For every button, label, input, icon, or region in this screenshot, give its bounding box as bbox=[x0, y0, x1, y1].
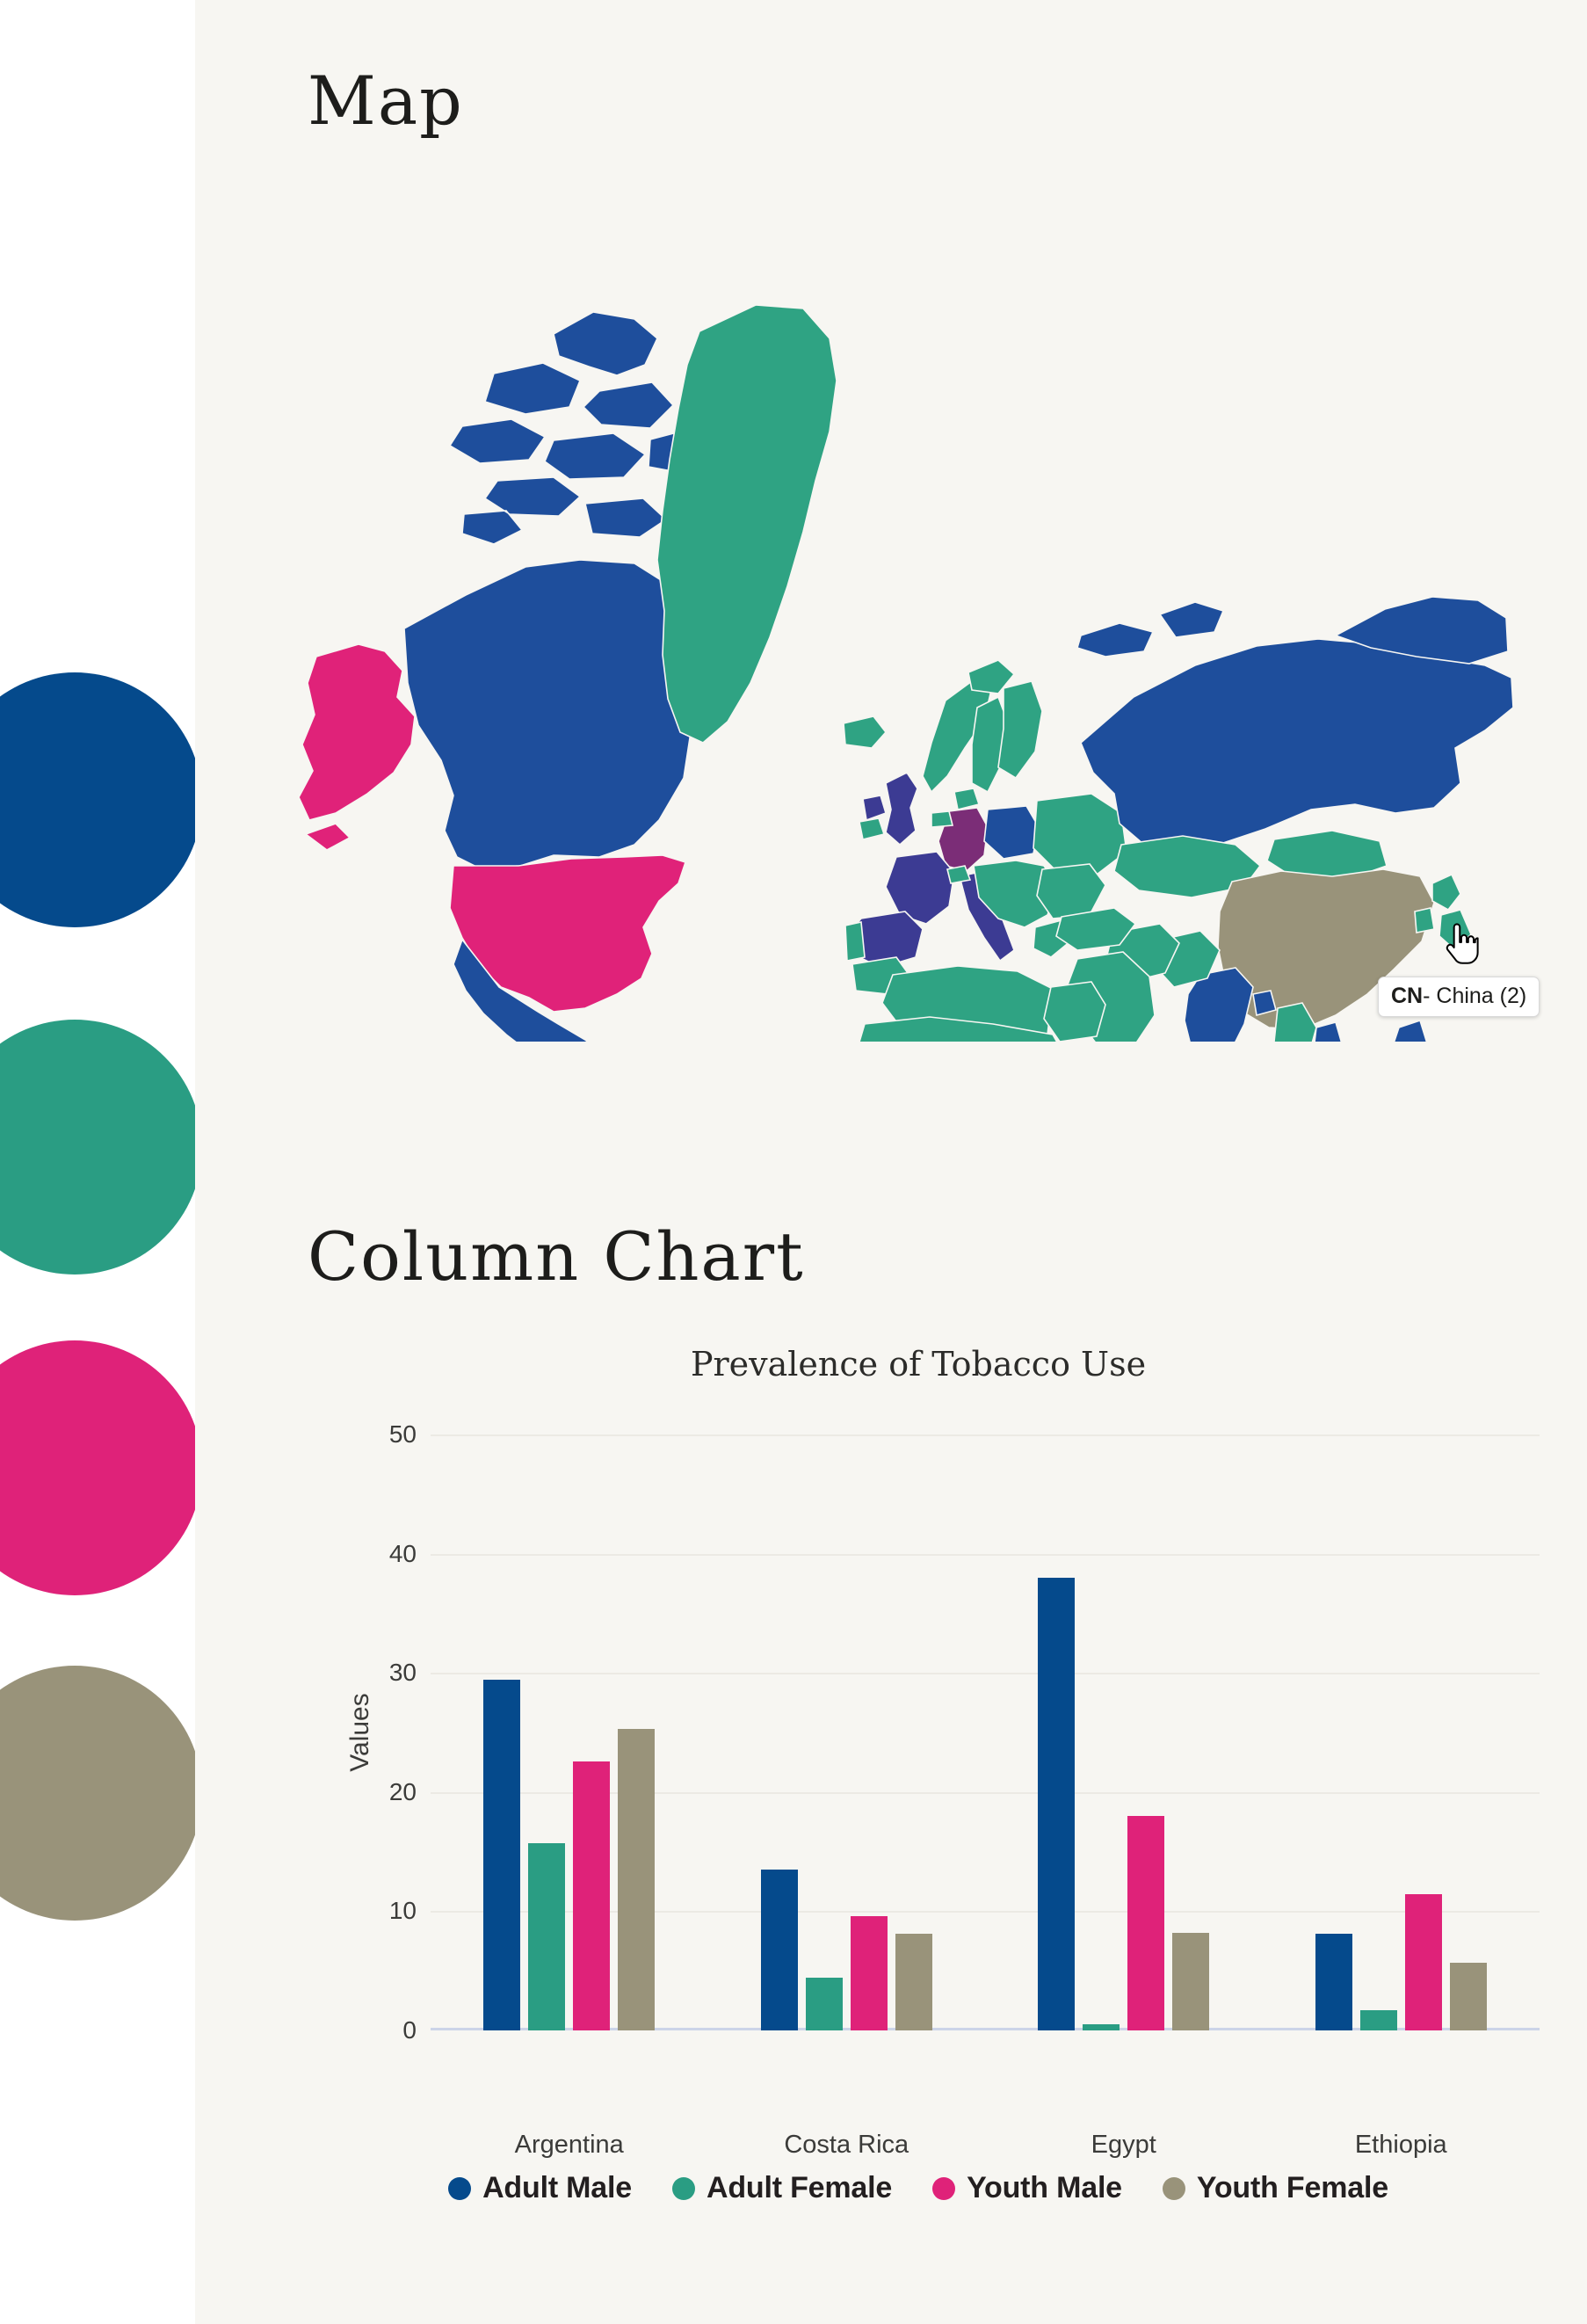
map-tooltip-value: (2) bbox=[1499, 984, 1527, 1008]
chart-bar[interactable] bbox=[805, 1978, 843, 2030]
chart-legend: Adult Male Adult Female Youth Male Youth Fe… bbox=[290, 2171, 1547, 2205]
legend-item[interactable]: Adult Female bbox=[671, 2171, 893, 2205]
y-axis-tick: 30 bbox=[388, 1659, 417, 1687]
chart-bar[interactable] bbox=[618, 1728, 656, 2030]
y-axis-tick: 50 bbox=[388, 1420, 417, 1448]
chart-bar[interactable] bbox=[483, 1680, 521, 2030]
legend-color-dot bbox=[448, 2176, 472, 2200]
country-portugal[interactable] bbox=[844, 921, 866, 962]
chart-bar[interactable] bbox=[895, 1934, 932, 2030]
x-axis-tick: Argentina bbox=[514, 2131, 624, 2159]
chart-bar[interactable] bbox=[1127, 1815, 1165, 2030]
chart-bar[interactable] bbox=[1038, 1577, 1076, 2030]
chart-bar[interactable] bbox=[1315, 1934, 1352, 2030]
world-map-svg[interactable] bbox=[290, 251, 1520, 1042]
x-axis-tick: Costa Rica bbox=[784, 2131, 909, 2159]
bar-group bbox=[1263, 1434, 1540, 2030]
youth-male-swatch bbox=[0, 1340, 202, 1595]
x-axis-tick: Ethiopia bbox=[1354, 2131, 1447, 2159]
chart-heading: Prevalence of Tobacco Use bbox=[690, 1345, 1147, 1384]
page-root: Map CN- China (2) Column Chart Prevalenc… bbox=[0, 0, 1587, 2324]
legend-label: Adult Female bbox=[706, 2171, 893, 2204]
chart-bar[interactable] bbox=[528, 1843, 566, 2030]
x-axis-tick: Egypt bbox=[1091, 2131, 1156, 2159]
country-canada[interactable] bbox=[403, 559, 692, 868]
chart-bar[interactable] bbox=[573, 1761, 611, 2030]
legend-color-dot bbox=[932, 2176, 956, 2200]
legend-label: Youth Male bbox=[967, 2171, 1122, 2204]
chart-bar[interactable] bbox=[1404, 1894, 1442, 2030]
map-tooltip-code: CN bbox=[1391, 984, 1424, 1008]
country-korea[interactable] bbox=[1414, 907, 1435, 933]
legend-label: Youth Female bbox=[1196, 2171, 1388, 2204]
chart-bar[interactable] bbox=[1449, 1962, 1487, 2030]
legend-item[interactable]: Adult Male bbox=[448, 2171, 632, 2205]
chart-bar[interactable] bbox=[1083, 2024, 1120, 2030]
y-axis-label-text: Values bbox=[345, 1693, 375, 1772]
legend-color-dot bbox=[1162, 2176, 1185, 2200]
y-axis-tick: 40 bbox=[388, 1539, 417, 1567]
country-netherlands[interactable] bbox=[931, 810, 954, 828]
y-axis-label: Values bbox=[343, 1434, 378, 2030]
chart-bar[interactable] bbox=[1359, 2009, 1397, 2030]
bar-group bbox=[985, 1434, 1263, 2030]
map-tooltip: CN- China (2) bbox=[1378, 977, 1540, 1017]
column-chart-block: Prevalence of Tobacco Use Values 0 10 20 30… bbox=[290, 1345, 1547, 2277]
bar-group bbox=[431, 1434, 708, 2030]
chart-bar[interactable] bbox=[760, 1869, 798, 2030]
youth-female-swatch bbox=[0, 1666, 202, 1921]
y-axis-tick: 0 bbox=[402, 2016, 417, 2044]
y-axis-tick: 10 bbox=[388, 1897, 417, 1925]
chart-bar[interactable] bbox=[1172, 1932, 1210, 2030]
world-map-container[interactable]: CN- China (2) bbox=[290, 251, 1540, 1042]
country-egypt[interactable] bbox=[1043, 981, 1106, 1042]
adult-male-swatch bbox=[0, 672, 202, 927]
adult-female-swatch bbox=[0, 1020, 202, 1275]
bar-group bbox=[708, 1434, 986, 2030]
color-swatch-rail bbox=[0, 0, 202, 2324]
chart-plot-area: 0 10 20 30 40 50 Argentina Costa Rica Egypt Ethio… bbox=[389, 1420, 1540, 2159]
legend-label: Adult Male bbox=[482, 2171, 632, 2204]
chart-bar[interactable] bbox=[850, 1915, 888, 2030]
legend-item[interactable]: Youth Female bbox=[1162, 2171, 1388, 2205]
y-axis-tick: 20 bbox=[388, 1777, 417, 1805]
map-tooltip-country: China bbox=[1436, 984, 1494, 1008]
map-tooltip-separator: - bbox=[1423, 984, 1437, 1008]
map-section-title: Map bbox=[308, 62, 464, 140]
legend-color-dot bbox=[671, 2176, 695, 2200]
legend-item[interactable]: Youth Male bbox=[932, 2171, 1122, 2205]
chart-section-title: Column Chart bbox=[308, 1217, 805, 1296]
